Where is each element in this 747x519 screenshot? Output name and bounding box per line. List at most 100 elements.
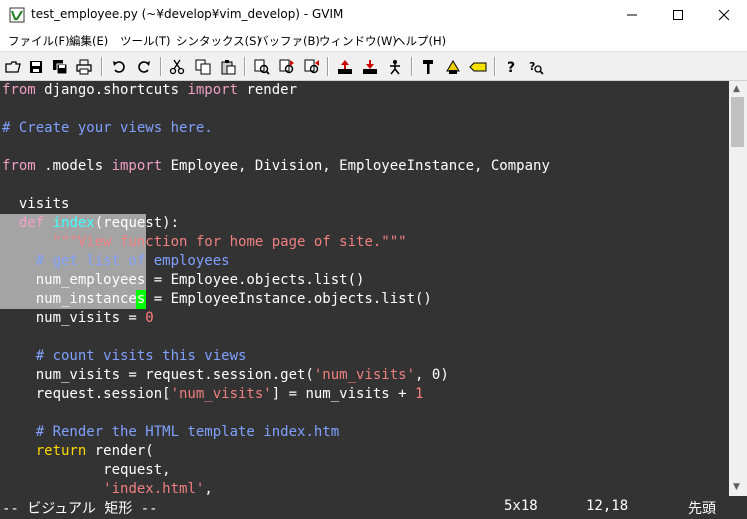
open-button[interactable] — [2, 56, 23, 77]
code-token: django.shortcuts — [35, 82, 188, 98]
menu-syntax[interactable]: シンタックス(S) — [176, 33, 261, 49]
load-session-button[interactable] — [334, 56, 355, 77]
code-token: .models — [35, 158, 112, 174]
find-replace-button[interactable] — [251, 56, 272, 77]
code-line: # Create your views here. — [2, 119, 213, 138]
code-token: render( — [86, 443, 154, 459]
toolbar-separator — [101, 57, 103, 76]
save-all-button[interactable] — [49, 56, 70, 77]
scroll-position: 先頭 — [688, 501, 716, 517]
editor-text-area[interactable]: from django.shortcuts import render # Cre… — [0, 81, 729, 496]
menu-help[interactable]: ヘルプ(H) — [394, 33, 446, 49]
selection-size: 5x18 — [504, 498, 538, 514]
cursor-position: 12,18 — [586, 498, 629, 514]
run-script-icon — [389, 59, 400, 74]
run-script-button[interactable] — [384, 56, 405, 77]
code-line: 'index.html', — [2, 480, 213, 496]
menu-file[interactable]: ファイル(F) — [8, 33, 70, 49]
load-session-icon — [337, 59, 352, 74]
code-token: # get list of employees — [35, 253, 230, 269]
find-next-button[interactable] — [276, 56, 297, 77]
vertical-scrollbar[interactable]: ▲ ▼ — [729, 81, 747, 496]
save-session-icon — [362, 59, 377, 74]
cut-button[interactable] — [166, 56, 187, 77]
svg-text:?: ? — [529, 60, 535, 73]
copy-button[interactable] — [192, 56, 213, 77]
make-button[interactable] — [417, 56, 438, 77]
shell-icon — [445, 59, 460, 74]
code-token: (request): — [94, 215, 180, 231]
menu-edit[interactable]: 編集(E) — [69, 33, 108, 49]
save-button[interactable] — [25, 56, 46, 77]
code-token: num_visits = — [2, 310, 146, 326]
toolbar: ? ? — [0, 51, 747, 81]
save-session-button[interactable] — [359, 56, 380, 77]
code-token: 'index.html' — [103, 481, 205, 496]
code-token: , 0) — [415, 367, 449, 383]
code-line: request, — [2, 461, 171, 480]
scrollbar-thumb[interactable] — [731, 97, 744, 147]
toolbar-separator — [411, 57, 413, 76]
undo-button[interactable] — [108, 56, 129, 77]
code-token: 'num_visits' — [313, 367, 416, 383]
minimize-button[interactable] — [609, 0, 655, 30]
menu-buffers[interactable]: バッファ(B) — [257, 33, 320, 49]
maximize-button[interactable] — [655, 0, 701, 30]
code-token: 'num_visits' — [170, 386, 272, 402]
code-token: request, — [2, 462, 171, 478]
code-token: num_visits = request.session.get( — [2, 367, 314, 383]
code-token: request.session[ — [2, 386, 171, 402]
find-prev-icon — [304, 59, 319, 73]
maximize-icon — [673, 10, 683, 20]
code-token: from — [2, 82, 36, 98]
help-icon: ? — [507, 60, 515, 75]
find-help-button[interactable]: ? — [525, 56, 546, 77]
open-icon — [4, 60, 21, 73]
code-line: from .models import Employee, Division, … — [2, 157, 550, 176]
close-icon — [718, 9, 730, 21]
help-button[interactable]: ? — [500, 56, 521, 77]
code-token: num_employees = Employee.objects.list() — [2, 272, 365, 288]
find-prev-button[interactable] — [301, 56, 322, 77]
code-line: num_instances = EmployeeInstance.objects… — [2, 290, 432, 309]
code-line: from django.shortcuts import render — [2, 81, 297, 100]
code-line: return render( — [2, 442, 154, 461]
paste-button[interactable] — [217, 56, 238, 77]
code-token: ] = num_visits + — [271, 386, 416, 402]
redo-icon — [137, 60, 150, 73]
mode-indicator: -- ビジュアル 矩形 -- — [2, 501, 158, 517]
command-line: -- ビジュアル 矩形 -- 5x18 12,18 先頭 — [0, 496, 747, 519]
shell-button[interactable] — [442, 56, 463, 77]
code-line: num_visits = request.session.get('num_vi… — [2, 366, 449, 385]
menu-bar: ファイル(F) 編集(E) ツール(T) シンタックス(S) バッファ(B) ウ… — [0, 30, 747, 51]
menu-window[interactable]: ウィンドウ(W) — [319, 33, 397, 49]
code-token: from — [2, 158, 36, 174]
find-next-icon — [279, 59, 294, 73]
svg-text:?: ? — [507, 60, 515, 75]
ctags-icon — [468, 62, 486, 71]
save-all-icon — [52, 59, 67, 74]
code-line: num_visits = 0 — [2, 309, 154, 328]
scroll-down-icon[interactable]: ▼ — [733, 482, 740, 492]
find-replace-icon — [254, 59, 270, 75]
print-icon — [75, 59, 92, 74]
code-token: Employee, Division, EmployeeInstance, Co… — [162, 158, 550, 174]
code-line: # Render the HTML template index.htm — [2, 423, 339, 442]
redo-button[interactable] — [133, 56, 154, 77]
code-line: request.session['num_visits'] = num_visi… — [2, 385, 424, 404]
print-button[interactable] — [73, 56, 94, 77]
scroll-up-icon[interactable]: ▲ — [733, 84, 740, 94]
code-token: import — [187, 82, 239, 98]
code-token: , — [204, 481, 213, 496]
make-icon — [422, 59, 433, 74]
menu-tools[interactable]: ツール(T) — [120, 33, 171, 49]
ctags-button[interactable] — [467, 56, 488, 77]
close-button[interactable] — [701, 0, 747, 30]
toolbar-separator — [494, 57, 496, 76]
